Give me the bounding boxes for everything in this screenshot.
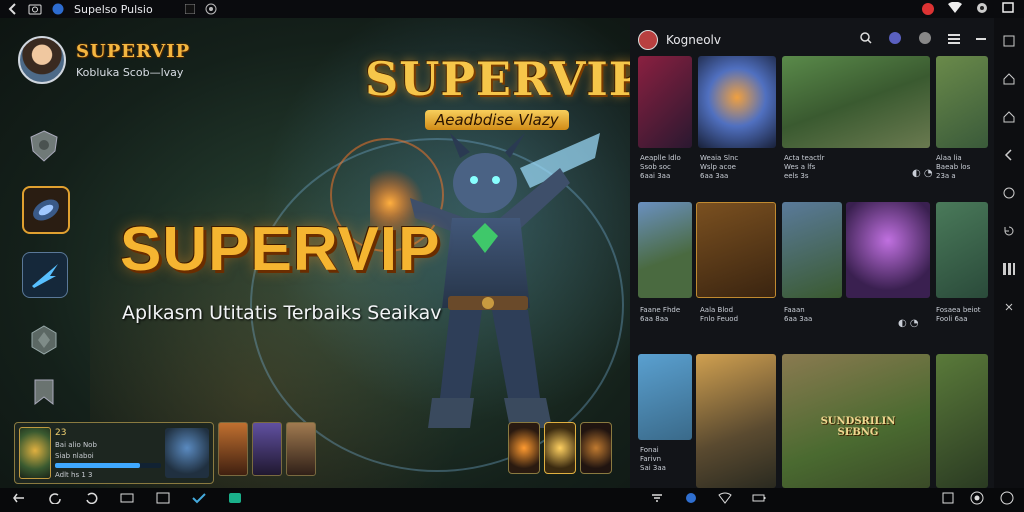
gallery-tile[interactable] (638, 354, 692, 440)
hero-card-2[interactable] (252, 422, 282, 476)
skill-1-icon[interactable] (508, 422, 540, 474)
gallery-tile[interactable] (638, 56, 692, 148)
menu-icon[interactable] (948, 32, 960, 48)
house-icon[interactable] (1002, 110, 1016, 128)
tile-actions[interactable]: ◐ ◔ (898, 318, 919, 329)
skill-slot-lightning-icon[interactable] (22, 252, 68, 298)
network-icon[interactable] (684, 492, 698, 508)
record-icon[interactable] (205, 0, 217, 18)
gallery-panel: Kogneolv Aeaplle ldlo Ssob soc 6aai 3aa W (630, 18, 994, 488)
battery-icon (752, 492, 766, 508)
profile-title: SUPERVIP (76, 41, 191, 62)
panel-title: Kogneolv (666, 33, 721, 47)
app-title: Supelso Pulsio (74, 2, 153, 16)
bottom-taskbar (0, 488, 1024, 512)
stop-icon[interactable] (184, 0, 195, 18)
power-icon[interactable] (1000, 491, 1014, 509)
shield-icon[interactable] (22, 124, 66, 168)
arrow-left-icon[interactable] (1002, 148, 1016, 166)
skill-3-icon[interactable] (580, 422, 612, 474)
main-title: SUPERVIP (120, 215, 441, 284)
hero-card-3[interactable] (286, 422, 316, 476)
download-icon[interactable] (650, 492, 664, 508)
hud-stat-line: Siab nlaboi (55, 451, 94, 460)
window-icon[interactable] (1002, 2, 1014, 16)
share-icon[interactable] (918, 31, 932, 49)
gallery-tile[interactable] (698, 56, 776, 148)
window-switch-icon[interactable] (120, 492, 134, 508)
gallery-tile[interactable]: SUNDSRILIN SEBNG (782, 354, 930, 488)
logo-title: SUPERVIP (365, 52, 630, 106)
hero-character (370, 133, 600, 428)
hero-roster (218, 422, 316, 476)
back-nav-icon[interactable] (12, 492, 26, 508)
status-bar: Supelso Pulsio (0, 0, 1024, 18)
refresh-icon[interactable] (48, 492, 62, 508)
undo-icon[interactable] (1002, 224, 1016, 242)
check-icon[interactable] (192, 492, 206, 508)
panel-avatar[interactable] (638, 30, 658, 50)
grid-icon[interactable] (1002, 262, 1016, 280)
settings-icon[interactable] (976, 2, 988, 17)
companion-icon[interactable] (165, 428, 209, 478)
tile-caption: Faaan 6aa 3aa (784, 306, 813, 323)
back-icon[interactable] (8, 0, 18, 18)
home-icon[interactable] (1002, 34, 1016, 52)
player-profile[interactable]: SUPERVIP Kobluka Scob—lvay (18, 36, 190, 84)
search-icon[interactable] (860, 32, 872, 48)
gallery-tile[interactable] (638, 202, 692, 298)
bookmark-icon[interactable] (22, 370, 66, 414)
gallery-tile[interactable] (936, 202, 988, 298)
emblem-icon[interactable] (22, 318, 66, 362)
gallery-tile[interactable] (936, 56, 988, 148)
hud-stat-line: Bai alio Nob (55, 440, 97, 449)
logo-subtitle: Aeadbdise Vlazy (425, 110, 569, 130)
tile-caption: Aala Blod Fnlo Feuod (700, 306, 739, 323)
hud-progress-bar (55, 462, 161, 468)
rectangle-icon[interactable] (156, 492, 170, 508)
tile-caption: Fosaea beiot Fooli 6aa (936, 306, 981, 323)
hero-portrait-icon[interactable] (19, 427, 51, 479)
skill-slot-fire-icon[interactable] (22, 186, 70, 234)
gallery-tile[interactable] (846, 202, 930, 298)
tile-caption: Faane Fhde 6aa 8aa (640, 306, 681, 323)
notification-icon[interactable] (922, 3, 934, 15)
skill-bar (508, 422, 612, 474)
gallery-tile[interactable] (782, 202, 842, 298)
tile-caption: Acta teactlr Wes a lfs eels 3s (784, 154, 825, 180)
history-icon[interactable] (84, 492, 98, 508)
avatar[interactable] (18, 36, 66, 84)
rotate-icon[interactable] (1002, 300, 1016, 318)
app-badge-icon (52, 0, 64, 18)
tile-caption: Weaia Slnc Wslp acoe 6aa 3aa (700, 154, 739, 180)
tile-caption: Alaa lia Baeab los 23a a (936, 154, 971, 180)
close-icon[interactable] (942, 492, 954, 508)
tile-caption: Fonai Farivn Sai 3aa (640, 446, 666, 472)
gallery-tile[interactable] (696, 202, 776, 298)
globe-icon[interactable] (888, 31, 902, 49)
nav-rail (994, 18, 1024, 488)
profile-subtitle: Kobluka Scob—lvay (76, 66, 184, 79)
gallery-tile[interactable] (696, 354, 776, 488)
hud-status-panel[interactable]: 23 Bai alio Nob Siab nlaboi Adlt hs 1 3 (14, 422, 214, 484)
game-banner: SUPERVIP Kobluka Scob—lvay SUPERVIP Aead… (0, 18, 630, 488)
gallery-tile[interactable] (782, 56, 930, 148)
wifi-icon (948, 1, 962, 16)
app-tray-icon[interactable] (228, 492, 242, 508)
screenshot-icon[interactable] (28, 0, 42, 18)
hud-level: 23 (55, 427, 67, 438)
hud-stat-line: Adlt hs 1 3 (55, 470, 93, 479)
tile-caption: Aeaplle ldlo Ssob soc 6aai 3aa (640, 154, 681, 180)
tile-label: SUNDSRILIN SEBNG (820, 416, 896, 438)
browser-icon[interactable] (970, 491, 984, 509)
minimize-icon[interactable] (976, 32, 986, 48)
gallery-tile[interactable] (936, 354, 988, 488)
wifi-signal-icon[interactable] (718, 492, 732, 508)
home-outline-icon[interactable] (1002, 72, 1016, 90)
skill-2-icon[interactable] (544, 422, 576, 474)
tile-actions[interactable]: ◐ ◔ (912, 168, 933, 179)
hero-card-1[interactable] (218, 422, 248, 476)
tagline: Aplkasm Utitatis Terbaiks Seaikav (122, 302, 442, 324)
circle-icon[interactable] (1002, 186, 1016, 204)
